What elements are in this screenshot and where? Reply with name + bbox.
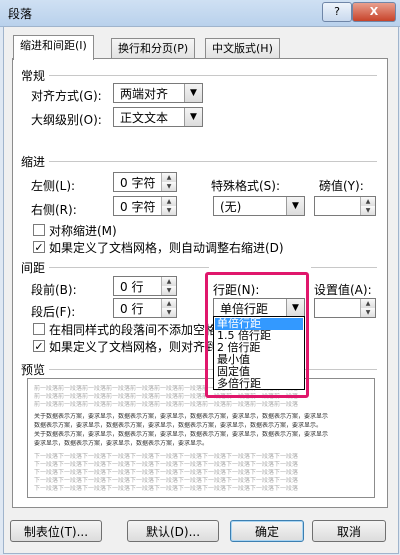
chevron-down-icon[interactable]: ▼ <box>286 197 304 215</box>
title-bar: 段落 ? X <box>0 0 400 27</box>
preview-previous-paragraph: 前一段落前一段落前一段落前一段落前一段落前一段落前一段落前一段落前一段落前一段落… <box>34 393 299 400</box>
grid-adjust-label: 如果定义了文档网格，则自动调整右缩进(D) <box>49 241 284 255</box>
tab-line-page-breaks[interactable]: 换行和分页(P) <box>111 38 196 59</box>
preview-next-paragraph: 下一段落下一段落下一段落下一段落下一段落下一段落下一段落下一段落下一段落下一段落… <box>34 477 299 484</box>
checkmark-icon: ✓ <box>34 340 44 353</box>
preview-next-paragraph: 下一段落下一段落下一段落下一段落下一段落下一段落下一段落下一段落下一段落下一段落… <box>34 453 299 460</box>
special-format-select[interactable]: (无) ▼ <box>213 196 305 216</box>
divider <box>49 267 209 268</box>
divider <box>311 267 377 268</box>
space-before-value: 0 行 <box>120 280 144 294</box>
chevron-down-icon[interactable]: ▼ <box>184 108 202 126</box>
space-after-spinner[interactable]: 0 行 ▲ ▼ <box>113 298 177 318</box>
special-format-label: 特殊格式(S): <box>211 179 281 193</box>
section-preview-heading: 预览 <box>21 363 46 377</box>
space-before-label: 段前(B): <box>31 283 77 297</box>
arrow-up-icon[interactable]: ▲ <box>161 197 176 206</box>
window-title: 段落 <box>8 7 33 21</box>
preview-previous-paragraph: 前一段落前一段落前一段落前一段落前一段落前一段落前一段落前一段落前一段落前一段落… <box>34 401 299 408</box>
divider <box>49 161 377 162</box>
outline-level-select[interactable]: 正文文本 ▼ <box>113 107 203 127</box>
arrow-down-icon[interactable]: ▼ <box>161 182 176 191</box>
arrow-up-icon[interactable]: ▲ <box>161 173 176 182</box>
left-indent-label: 左侧(L): <box>31 179 76 193</box>
tab-stops-button[interactable]: 制表位(T)... <box>10 520 102 542</box>
chevron-down-icon[interactable]: ▼ <box>184 84 202 102</box>
preview-sample-line: 要求显示，数据表示方案，要求显示，数据表示方案，要求显示。 <box>34 440 209 447</box>
section-spacing-heading: 间距 <box>21 261 46 275</box>
outline-level-label: 大纲级别(O): <box>31 113 102 127</box>
section-general-heading: 常规 <box>21 69 46 83</box>
annotation-highlight-box <box>205 272 309 398</box>
arrow-down-icon[interactable]: ▼ <box>360 206 375 215</box>
snap-to-grid-checkbox[interactable]: ✓ <box>33 340 45 352</box>
mirror-indent-label: 对称缩进(M) <box>49 224 117 238</box>
arrow-up-icon[interactable]: ▲ <box>360 197 375 206</box>
preview-next-paragraph: 下一段落下一段落下一段落下一段落下一段落下一段落下一段落下一段落下一段落下一段落… <box>34 485 299 492</box>
alignment-value: 两端对齐 <box>120 87 169 101</box>
space-before-spinner[interactable]: 0 行 ▲ ▼ <box>113 276 177 296</box>
arrow-down-icon[interactable]: ▼ <box>161 308 176 317</box>
preview-sample-line: 关于数据表示方案，要求显示，数据表示方案，要求显示，数据表示方案，要求显示，数据… <box>34 431 329 438</box>
preview-previous-paragraph: 前一段落前一段落前一段落前一段落前一段落前一段落前一段落前一段落前一段落前一段落… <box>34 385 299 392</box>
tab-panel: 常规 对齐方式(G): 两端对齐 ▼ 大纲级别(O): 正文文本 ▼ 缩进 左侧… <box>12 58 388 508</box>
alignment-select[interactable]: 两端对齐 ▼ <box>113 83 203 103</box>
at-value-label: 设置值(A): <box>314 283 372 297</box>
left-indent-spinner[interactable]: 0 字符 ▲ ▼ <box>113 172 177 192</box>
right-indent-label: 右侧(R): <box>31 203 77 217</box>
preview-sample-line: 关于数据表示方案，要求显示，数据表示方案，要求显示，数据表示方案，要求显示，数据… <box>34 413 329 420</box>
preview-box: 前一段落前一段落前一段落前一段落前一段落前一段落前一段落前一段落前一段落前一段落… <box>27 378 375 498</box>
no-space-same-style-label: 在相同样式的段落间不添加空格 <box>49 323 218 337</box>
help-button[interactable]: ? <box>322 2 352 22</box>
arrow-down-icon[interactable]: ▼ <box>161 206 176 215</box>
checkmark-icon: ✓ <box>34 241 44 254</box>
arrow-down-icon[interactable]: ▼ <box>360 308 375 317</box>
snap-to-grid-label: 如果定义了文档网格，则对齐到 <box>49 340 218 354</box>
special-format-value: (无) <box>220 200 242 214</box>
set-default-button[interactable]: 默认(D)... <box>127 520 219 542</box>
arrow-up-icon[interactable]: ▲ <box>360 299 375 308</box>
by-value-label: 磅值(Y): <box>319 179 364 193</box>
no-space-same-style-checkbox[interactable] <box>33 323 45 335</box>
mirror-indent-checkbox[interactable] <box>33 224 45 236</box>
right-indent-value: 0 字符 <box>120 200 156 214</box>
arrow-down-icon[interactable]: ▼ <box>161 286 176 295</box>
arrow-up-icon[interactable]: ▲ <box>161 299 176 308</box>
by-value-spinner[interactable]: ▲ ▼ <box>314 196 376 216</box>
space-after-value: 0 行 <box>120 302 144 316</box>
preview-sample-line: 数据表示方案，要求显示，数据表示方案，要求显示，数据表示方案，要求显示，数据表示… <box>34 422 323 429</box>
tab-indent-spacing[interactable]: 缩进和间距(I) <box>13 35 94 60</box>
close-button[interactable]: X <box>352 2 396 22</box>
outline-level-value: 正文文本 <box>120 111 169 125</box>
alignment-label: 对齐方式(G): <box>31 89 102 103</box>
left-indent-value: 0 字符 <box>120 176 156 190</box>
tab-asian-typography[interactable]: 中文版式(H) <box>205 38 280 59</box>
ok-button[interactable]: 确定 <box>230 520 304 542</box>
right-indent-spinner[interactable]: 0 字符 ▲ ▼ <box>113 196 177 216</box>
preview-next-paragraph: 下一段落下一段落下一段落下一段落下一段落下一段落下一段落下一段落下一段落下一段落… <box>34 461 299 468</box>
cancel-button[interactable]: 取消 <box>312 520 386 542</box>
grid-adjust-checkbox[interactable]: ✓ <box>33 241 45 253</box>
divider <box>49 75 377 76</box>
section-indent-heading: 缩进 <box>21 155 46 169</box>
arrow-up-icon[interactable]: ▲ <box>161 277 176 286</box>
at-value-spinner[interactable]: ▲ ▼ <box>314 298 376 318</box>
space-after-label: 段后(F): <box>31 305 76 319</box>
preview-next-paragraph: 下一段落下一段落下一段落下一段落下一段落下一段落下一段落下一段落下一段落下一段落… <box>34 469 299 476</box>
